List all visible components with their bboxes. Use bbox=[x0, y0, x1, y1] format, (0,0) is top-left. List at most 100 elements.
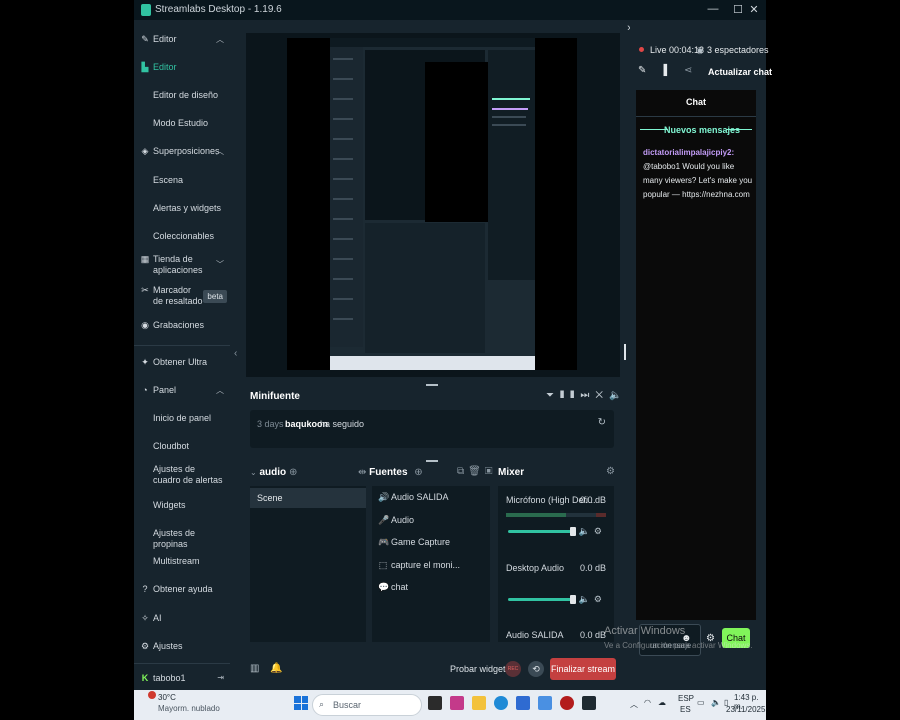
chat-message: dictatorialimpalajicpiy2: @tabobo1 Would… bbox=[643, 146, 755, 202]
minimize-button[interactable]: — bbox=[706, 3, 720, 15]
end-stream-button[interactable]: Finalizar stream bbox=[550, 658, 616, 680]
chevron-up-icon[interactable]: ︿ bbox=[630, 699, 638, 710]
source-item[interactable]: ⬚ capture el moni... bbox=[378, 560, 460, 571]
wifi-icon[interactable]: ◠ bbox=[644, 698, 651, 707]
divider bbox=[134, 663, 230, 664]
gear-icon[interactable]: ⚙ bbox=[594, 594, 606, 604]
network-icon[interactable]: ▭ bbox=[697, 698, 705, 707]
activity-action: ha seguido bbox=[320, 419, 365, 429]
task-view-icon[interactable] bbox=[428, 696, 442, 710]
weather-desc[interactable]: Mayorm. nublado bbox=[158, 704, 220, 713]
gear-icon: ⚙ bbox=[140, 641, 150, 651]
ultra-icon: ✦ bbox=[141, 357, 149, 367]
mixer-channel-db: 0.0 dB bbox=[579, 563, 606, 573]
chat-header: Chat bbox=[636, 90, 756, 117]
gamepad-icon: 🎮 bbox=[378, 537, 390, 547]
delete-icon[interactable]: 🗑 bbox=[468, 466, 485, 477]
collapse-sidebar-icon[interactable]: ‹ bbox=[234, 348, 237, 359]
mixer-channel-name: Audio SALIDA bbox=[506, 630, 564, 640]
windows-start-icon[interactable] bbox=[294, 696, 308, 710]
volume-slider-knob[interactable] bbox=[570, 527, 576, 536]
taskbar-search[interactable]: ⌕ Buscar bbox=[312, 694, 422, 716]
filter-icon[interactable]: ⏷ bbox=[546, 390, 560, 401]
maximize-button[interactable]: ☐ bbox=[731, 3, 745, 16]
mixer-panel: Micrófono (High Defi... 0.0 dB 🔈⚙ Deskto… bbox=[498, 486, 614, 642]
new-messages-divider: Nuevos mensajes bbox=[664, 125, 741, 135]
highlighter-icon: ✂ bbox=[141, 285, 149, 295]
share-icon[interactable]: ⋖ bbox=[684, 65, 692, 76]
overlays-icon: ◈ bbox=[141, 146, 149, 156]
close-button[interactable]: ✕ bbox=[747, 3, 761, 16]
mic-icon: 🎤 bbox=[378, 515, 390, 525]
language-code[interactable]: ESP bbox=[678, 694, 694, 703]
chat-bubble-icon: 💬 bbox=[378, 582, 390, 592]
volume-slider[interactable] bbox=[508, 530, 572, 533]
store-icon: ▦ bbox=[140, 254, 150, 264]
viewer-count: 3 espectadores bbox=[707, 45, 769, 55]
chat-username[interactable]: dictatorialimpalajicpiy2: bbox=[643, 148, 734, 157]
pause-icon[interactable]: ❚❚ bbox=[560, 390, 580, 401]
drag-handle[interactable] bbox=[426, 384, 438, 386]
edit-stream-icon[interactable]: ✎ bbox=[638, 65, 646, 76]
source-item[interactable]: 🎮 Game Capture bbox=[378, 537, 450, 548]
streamlabs-taskbar-icon[interactable] bbox=[582, 696, 596, 710]
notification-bell-icon[interactable]: 🔔 bbox=[270, 663, 282, 674]
file-explorer-icon[interactable] bbox=[472, 696, 486, 710]
properties-icon[interactable]: ▣ bbox=[485, 466, 497, 477]
source-item[interactable]: 💬 chat bbox=[378, 582, 408, 593]
clock-date[interactable]: 23/11/2025 bbox=[726, 705, 765, 714]
weather-temp[interactable]: 30°C bbox=[158, 693, 176, 702]
chevron-down-icon[interactable]: ⌄ bbox=[250, 468, 257, 477]
skip-icon[interactable]: ⏭ bbox=[580, 390, 595, 401]
app-icon[interactable] bbox=[538, 696, 552, 710]
mixer-gear-icon[interactable]: ⚙ bbox=[606, 466, 615, 477]
sidebar: ✎ Editor ︿ ▙ Editor Editor de diseño Mod… bbox=[134, 20, 230, 690]
volume-slider[interactable] bbox=[508, 598, 572, 601]
mute-alert-icon[interactable]: ✕ bbox=[595, 390, 609, 401]
drag-handle[interactable] bbox=[426, 460, 438, 462]
chat-title: Chat bbox=[686, 97, 706, 107]
volume-icon[interactable]: 🔈 bbox=[609, 390, 627, 401]
source-item[interactable]: 🔊 Audio SALIDA bbox=[378, 492, 449, 503]
minifuente-title: Minifuente bbox=[250, 391, 300, 402]
app-icon[interactable] bbox=[450, 696, 464, 710]
ai-sparkle-icon: ✧ bbox=[141, 613, 149, 623]
app-icon[interactable] bbox=[560, 696, 574, 710]
gear-icon[interactable]: ⚙ bbox=[594, 526, 606, 536]
performance-icon[interactable]: ▥ bbox=[250, 663, 259, 674]
title-bar: Streamlabs Desktop - 1.19.6 — ☐ ✕ bbox=[134, 0, 766, 20]
scene-item[interactable]: Scene bbox=[250, 488, 366, 508]
keyboard-layout[interactable]: ES bbox=[680, 705, 691, 714]
rec-button[interactable]: REC bbox=[505, 661, 521, 677]
add-source-icon[interactable]: ⊕ bbox=[414, 467, 422, 478]
replay-buffer-icon[interactable]: ⟲ bbox=[528, 661, 544, 677]
recordings-icon: ◉ bbox=[141, 320, 149, 330]
add-scene-icon[interactable]: ⊕ bbox=[289, 467, 297, 478]
weather-badge-icon bbox=[148, 691, 156, 699]
source-item[interactable]: 🎤 Audio bbox=[378, 515, 414, 526]
clip-icon[interactable]: ▐ bbox=[660, 65, 667, 76]
speaker-icon[interactable]: 🔈 bbox=[579, 526, 594, 536]
sources-header: ⇹ Fuentes ⊕ bbox=[358, 467, 423, 478]
edge-icon[interactable] bbox=[494, 696, 508, 710]
live-indicator-icon bbox=[639, 47, 644, 52]
folder-icon[interactable]: ⧉ bbox=[457, 466, 468, 477]
split-icon[interactable]: ⇹ bbox=[358, 467, 366, 478]
app-logo-icon bbox=[141, 4, 151, 16]
test-widgets-button[interactable]: Probar widgets bbox=[450, 664, 510, 674]
source-tools[interactable]: ⧉🗑▣ bbox=[457, 466, 496, 477]
mixer-channel-db: 0.0 dB bbox=[579, 495, 606, 505]
volume-icon[interactable]: 🔈 bbox=[711, 698, 721, 707]
speaker-icon[interactable]: 🔈 bbox=[579, 594, 594, 604]
volume-slider-knob[interactable] bbox=[570, 595, 576, 604]
nested-screen-capture bbox=[330, 38, 535, 370]
preview-resize-handle[interactable] bbox=[624, 344, 626, 360]
store-icon[interactable] bbox=[516, 696, 530, 710]
refresh-chat-button[interactable]: Actualizar chat bbox=[708, 67, 772, 77]
activate-windows-subtext: Ve a Configuración para activar Windows. bbox=[604, 641, 753, 650]
cloud-icon[interactable]: ☁ bbox=[658, 698, 666, 707]
minifuente-controls[interactable]: ⏷❚❚⏭✕🔈 bbox=[546, 390, 627, 401]
channel-controls[interactable]: 🔈⚙ bbox=[579, 526, 606, 537]
repeat-icon[interactable]: ↻ bbox=[598, 417, 606, 428]
channel-controls[interactable]: 🔈⚙ bbox=[579, 594, 606, 605]
